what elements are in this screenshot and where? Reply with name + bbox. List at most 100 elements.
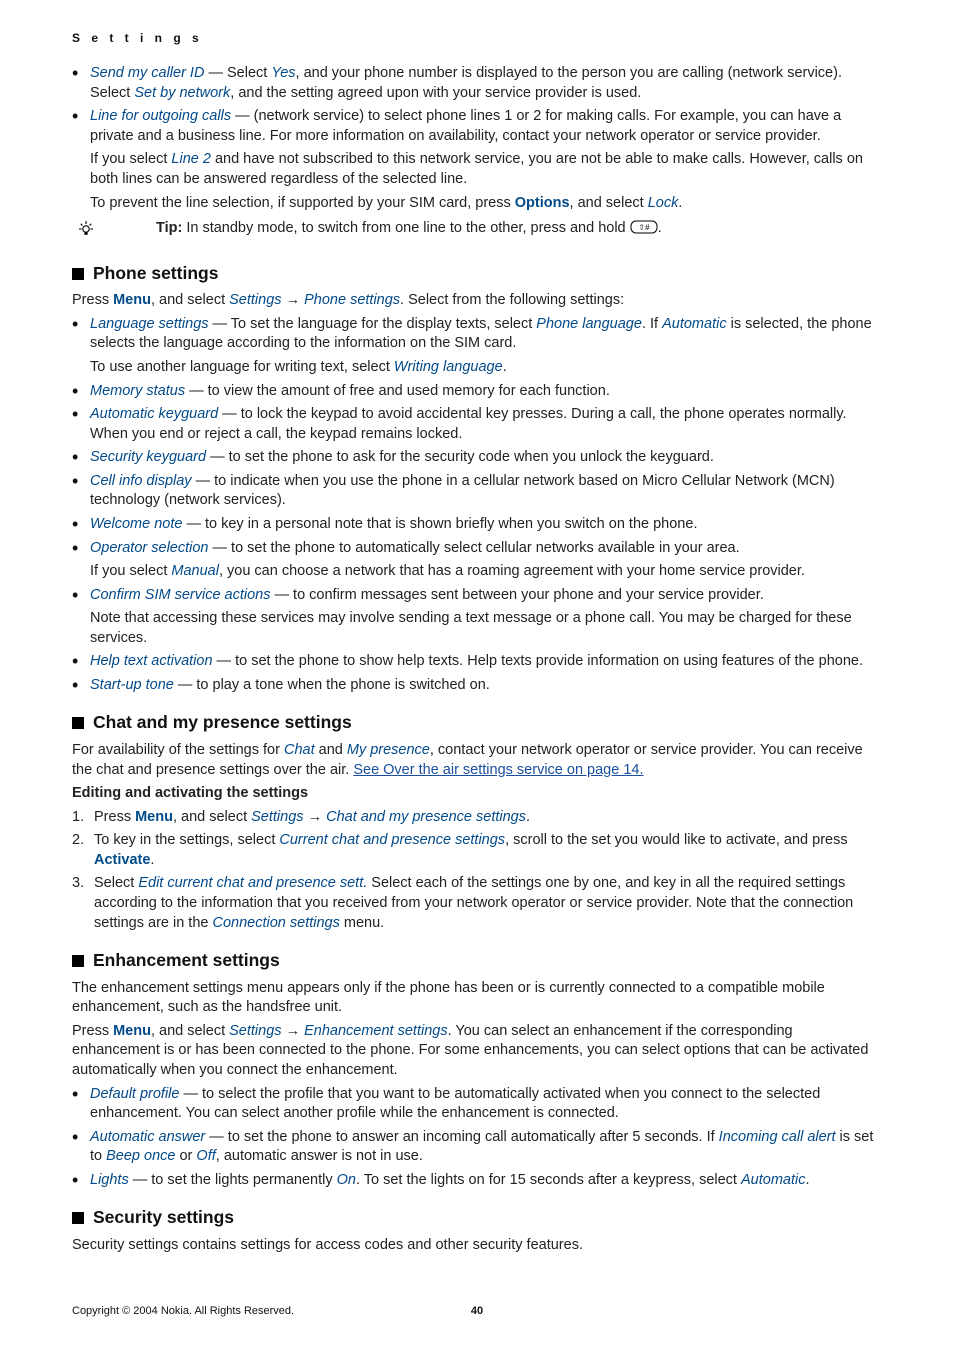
- emph: Chat and my presence settings: [326, 809, 526, 825]
- sub-para: Note that accessing these services may i…: [90, 609, 882, 648]
- emph: Start-up tone: [90, 677, 174, 693]
- emph: Writing language: [394, 359, 503, 375]
- section-title: Security settings: [93, 1206, 234, 1230]
- section-title: Phone settings: [93, 262, 218, 286]
- emph: My presence: [347, 742, 430, 758]
- list-item: Default profile — to select the profile …: [72, 1085, 882, 1124]
- section-title: Chat and my presence settings: [93, 711, 352, 735]
- text: .: [805, 1172, 809, 1188]
- text: — to play a tone when the phone is switc…: [174, 677, 490, 693]
- text: If you select: [90, 151, 171, 167]
- list-item: Confirm SIM service actions — to confirm…: [72, 586, 882, 649]
- text: .: [658, 220, 662, 236]
- tip-text: Tip: In standby mode, to switch from one…: [156, 219, 662, 239]
- emph: Welcome note: [90, 516, 182, 532]
- text: .: [526, 809, 530, 825]
- sub-para: If you select Manual, you can choose a n…: [90, 562, 882, 582]
- list-item: Memory status — to view the amount of fr…: [72, 382, 882, 402]
- text: .: [503, 359, 507, 375]
- text: — to set the phone to ask for the securi…: [206, 449, 714, 465]
- emph: Automatic: [741, 1172, 805, 1188]
- text: To key in the settings, select: [94, 832, 279, 848]
- text: In standby mode, to switch from one line…: [182, 220, 629, 236]
- para: Press Menu, and select Settings → Enhanc…: [72, 1022, 882, 1081]
- list-item: Line for outgoing calls — (network servi…: [72, 107, 882, 213]
- emph: Enhancement settings: [304, 1023, 447, 1039]
- para: Security settings contains settings for …: [72, 1236, 882, 1256]
- emph: Edit current chat and presence sett.: [138, 875, 367, 891]
- text: — to view the amount of free and used me…: [185, 383, 610, 399]
- list-item: Cell info display — to indicate when you…: [72, 472, 882, 511]
- para: The enhancement settings menu appears on…: [72, 979, 882, 1018]
- text: — to set the phone to answer an incoming…: [205, 1129, 718, 1145]
- emph: Chat: [284, 742, 315, 758]
- enhancement-list: Default profile — to select the profile …: [72, 1085, 882, 1191]
- text: , and select: [151, 1023, 229, 1039]
- text: Press: [72, 292, 113, 308]
- emph: Lock: [648, 195, 679, 211]
- phone-settings-list: Language settings — To set the language …: [72, 315, 882, 696]
- emph: Beep once: [106, 1148, 175, 1164]
- text: and: [315, 742, 347, 758]
- text: , scroll to the set you would like to ac…: [505, 832, 848, 848]
- text: Press: [94, 809, 135, 825]
- text: , and select: [151, 292, 229, 308]
- emph: Cell info display: [90, 473, 192, 489]
- text: — to set the phone to show help texts. H…: [213, 653, 863, 669]
- text: .: [678, 195, 682, 211]
- option-label: Menu: [113, 292, 151, 308]
- list-item: Language settings — To set the language …: [72, 315, 882, 378]
- list-item: Operator selection — to set the phone to…: [72, 539, 882, 582]
- emph: Send my caller ID: [90, 65, 204, 81]
- intro-bullet-list: Send my caller ID — Select Yes, and your…: [72, 64, 882, 213]
- text: →: [282, 292, 305, 308]
- text: , automatic answer is not in use.: [216, 1148, 423, 1164]
- list-item: Send my caller ID — Select Yes, and your…: [72, 64, 882, 103]
- para: Press Menu, and select Settings → Phone …: [72, 291, 882, 311]
- text: . To set the lights on for 15 seconds af…: [356, 1172, 741, 1188]
- text: — Select: [204, 65, 271, 81]
- section-header-phone-settings: Phone settings: [72, 262, 882, 286]
- emph: Line 2: [171, 151, 211, 167]
- list-item: Help text activation — to set the phone …: [72, 652, 882, 672]
- cross-reference-link[interactable]: See Over the air settings service on pag…: [353, 762, 643, 778]
- emph: Language settings: [90, 316, 209, 332]
- text: →: [304, 809, 327, 825]
- text: →: [282, 1023, 305, 1039]
- text: — to set the phone to automatically sele…: [208, 540, 739, 556]
- text: To use another language for writing text…: [90, 359, 394, 375]
- emph: Manual: [171, 563, 219, 579]
- option-label: Options: [515, 195, 570, 211]
- text: Select: [94, 875, 138, 891]
- text: — to confirm messages sent between your …: [271, 587, 764, 603]
- text: or: [175, 1148, 196, 1164]
- emph: Phone language: [536, 316, 642, 332]
- text: . If: [642, 316, 662, 332]
- emph: Security keyguard: [90, 449, 206, 465]
- breadcrumb: S e t t i n g s: [72, 30, 882, 46]
- copyright-text: Copyright © 2004 Nokia. All Rights Reser…: [72, 1304, 294, 1319]
- text: , you can choose a network that has a ro…: [219, 563, 805, 579]
- text: If you select: [90, 563, 171, 579]
- emph: Off: [196, 1148, 215, 1164]
- sub-para: To prevent the line selection, if suppor…: [90, 194, 882, 214]
- emph: Settings: [229, 1023, 281, 1039]
- emph: Settings: [251, 809, 303, 825]
- text: , and select: [570, 195, 648, 211]
- emph: Automatic keyguard: [90, 406, 218, 422]
- text: . Select from the following settings:: [400, 292, 624, 308]
- option-label: Activate: [94, 852, 150, 868]
- text: Press: [72, 1023, 113, 1039]
- emph: Default profile: [90, 1086, 179, 1102]
- tip-label: Tip:: [156, 220, 182, 236]
- svg-text:⇧#: ⇧#: [638, 223, 650, 232]
- list-item: Lights — to set the lights permanently O…: [72, 1171, 882, 1191]
- list-item: Security keyguard — to set the phone to …: [72, 448, 882, 468]
- emph: Yes: [271, 65, 295, 81]
- section-title: Enhancement settings: [93, 949, 280, 973]
- subheading: Editing and activating the settings: [72, 784, 882, 804]
- text: For availability of the settings for: [72, 742, 284, 758]
- para: For availability of the settings for Cha…: [72, 741, 882, 780]
- text: To prevent the line selection, if suppor…: [90, 195, 515, 211]
- list-item: Automatic keyguard — to lock the keypad …: [72, 405, 882, 444]
